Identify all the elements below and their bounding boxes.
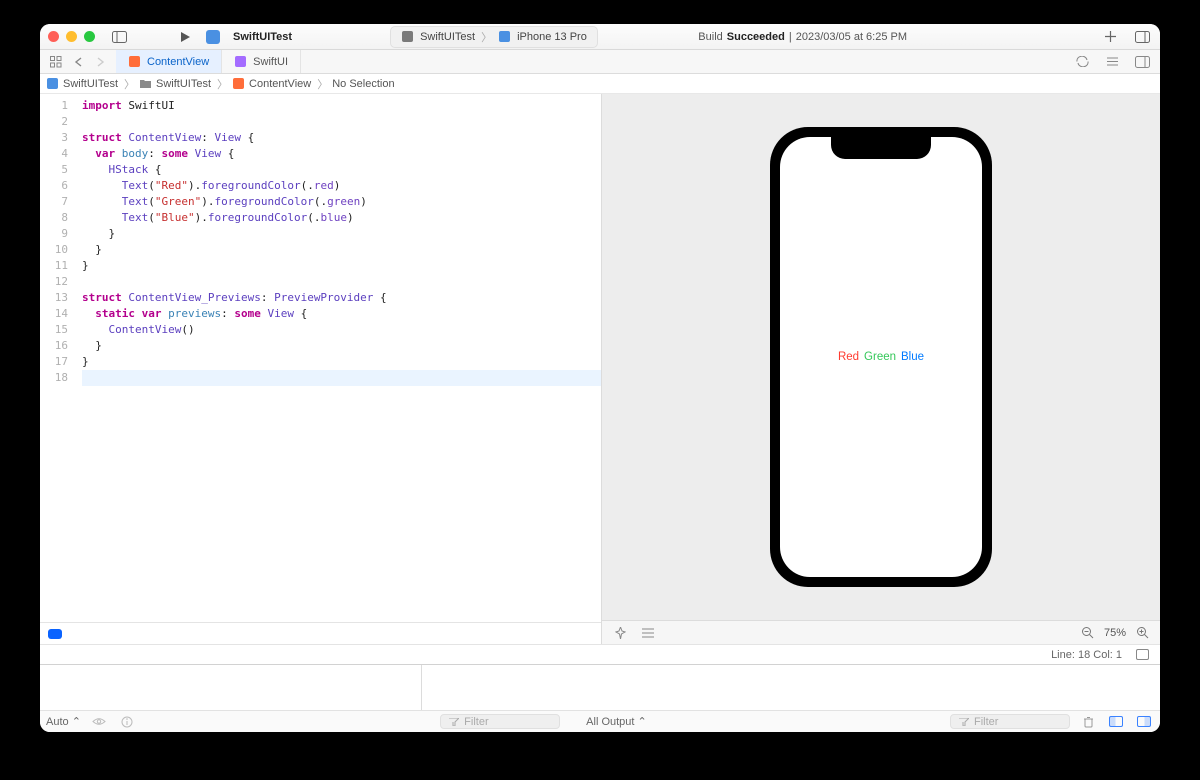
tab-swiftui[interactable]: SwiftUI xyxy=(222,50,301,73)
build-timestamp: 2023/03/05 at 6:25 PM xyxy=(796,31,907,43)
adjust-editor-icon[interactable] xyxy=(1102,53,1122,71)
iphone-frame: Red Green Blue xyxy=(770,127,992,587)
tab-label: SwiftUI xyxy=(253,56,288,68)
tab-contentview[interactable]: ContentView xyxy=(116,50,222,73)
scheme-target: SwiftUITest xyxy=(420,31,475,43)
filter-icon xyxy=(447,715,460,728)
crumb-project: SwiftUITest xyxy=(63,78,118,90)
crumb-selection: No Selection xyxy=(332,78,394,90)
scheme-device: iPhone 13 Pro xyxy=(517,31,587,43)
pin-preview-icon[interactable] xyxy=(610,624,630,642)
preview-hstack: Red Green Blue xyxy=(838,351,924,363)
info-icon[interactable] xyxy=(117,713,137,731)
line-gutter: 123456789101112131415161718 xyxy=(40,94,76,622)
canvas-footer: 75% xyxy=(602,620,1160,644)
preview-canvas: Red Green Blue 75% xyxy=(602,94,1160,644)
toggle-canvas-icon[interactable] xyxy=(1132,53,1152,71)
cursor-position: Line: 18 Col: 1 xyxy=(1051,649,1122,661)
code-editor-pane: 123456789101112131415161718 import Swift… xyxy=(40,94,602,644)
filter-icon xyxy=(957,715,970,728)
folder-icon xyxy=(139,77,152,90)
build-result: Succeeded xyxy=(727,31,785,43)
project-icon xyxy=(46,77,59,90)
xcode-window: SwiftUITest SwiftUITest 〉 iPhone 13 Pro … xyxy=(40,24,1160,732)
refresh-preview-icon[interactable] xyxy=(1072,53,1092,71)
device-icon xyxy=(498,30,511,43)
tab-bar: ContentView SwiftUI xyxy=(40,50,1160,74)
zoom-in-button[interactable] xyxy=(1132,624,1152,642)
toggle-inspector-icon[interactable] xyxy=(1132,28,1152,46)
iphone-screen: Red Green Blue xyxy=(780,137,982,577)
preview-text: Red xyxy=(838,351,859,363)
swift-file-icon xyxy=(232,77,245,90)
zoom-window-button[interactable] xyxy=(84,31,95,42)
console-selector[interactable]: All Output ⌃ xyxy=(586,715,647,728)
show-right-pane-icon[interactable] xyxy=(1134,713,1154,731)
preview-viewport[interactable]: Red Green Blue xyxy=(602,94,1160,620)
zoom-out-button[interactable] xyxy=(1078,624,1098,642)
zoom-level[interactable]: 75% xyxy=(1104,627,1126,639)
eye-icon[interactable] xyxy=(89,713,109,731)
preview-text: Blue xyxy=(901,351,924,363)
crumb-folder: SwiftUITest xyxy=(156,78,211,90)
project-title: SwiftUITest xyxy=(233,31,292,43)
code-editor[interactable]: 123456789101112131415161718 import Swift… xyxy=(40,94,601,622)
console-view[interactable] xyxy=(422,665,1160,710)
related-items-icon[interactable] xyxy=(46,53,66,71)
run-button[interactable] xyxy=(175,28,195,46)
close-window-button[interactable] xyxy=(48,31,59,42)
debug-area: Auto ⌃ Filter All Output ⌃ Filter xyxy=(40,664,1160,732)
show-left-pane-icon[interactable] xyxy=(1106,713,1126,731)
preview-text: Green xyxy=(864,351,896,363)
swift-file-icon xyxy=(128,55,141,68)
window-controls xyxy=(48,31,95,42)
nav-forward-button[interactable] xyxy=(90,53,110,71)
toggle-sidebar-icon[interactable] xyxy=(109,28,129,46)
variables-view[interactable] xyxy=(40,665,422,710)
issue-indicator[interactable] xyxy=(48,629,62,639)
status-bar: Line: 18 Col: 1 xyxy=(40,644,1160,664)
scheme-selector[interactable]: SwiftUITest 〉 iPhone 13 Pro xyxy=(390,26,598,48)
doc-icon xyxy=(234,55,247,68)
code-content[interactable]: import SwiftUI struct ContentView: View … xyxy=(76,94,601,622)
breadcrumb[interactable]: SwiftUITest〉 SwiftUITest〉 ContentView〉 N… xyxy=(40,74,1160,94)
notch xyxy=(831,137,931,159)
trash-icon[interactable] xyxy=(1078,713,1098,731)
preview-list-icon[interactable] xyxy=(638,624,658,642)
tab-label: ContentView xyxy=(147,56,209,68)
debug-footer: Auto ⌃ Filter All Output ⌃ Filter xyxy=(40,710,1160,732)
chevron-right-icon: 〉 xyxy=(481,29,492,45)
build-prefix: Build xyxy=(698,31,722,43)
nav-back-button[interactable] xyxy=(68,53,88,71)
add-button[interactable] xyxy=(1100,28,1120,46)
console-filter[interactable]: Filter xyxy=(950,714,1070,729)
minimize-window-button[interactable] xyxy=(66,31,77,42)
main-area: 123456789101112131415161718 import Swift… xyxy=(40,94,1160,644)
toolbar: SwiftUITest SwiftUITest 〉 iPhone 13 Pro … xyxy=(40,24,1160,50)
build-status: Build Succeeded | 2023/03/05 at 6:25 PM xyxy=(698,31,907,43)
zoom-controls: 75% xyxy=(1078,624,1152,642)
app-icon xyxy=(203,28,223,46)
minimap-toggle-icon[interactable] xyxy=(1132,646,1152,664)
crumb-file: ContentView xyxy=(249,78,311,90)
variables-filter[interactable]: Filter xyxy=(440,714,560,729)
variables-selector[interactable]: Auto ⌃ xyxy=(46,715,81,728)
editor-footer xyxy=(40,622,601,644)
scheme-target-icon xyxy=(401,30,414,43)
